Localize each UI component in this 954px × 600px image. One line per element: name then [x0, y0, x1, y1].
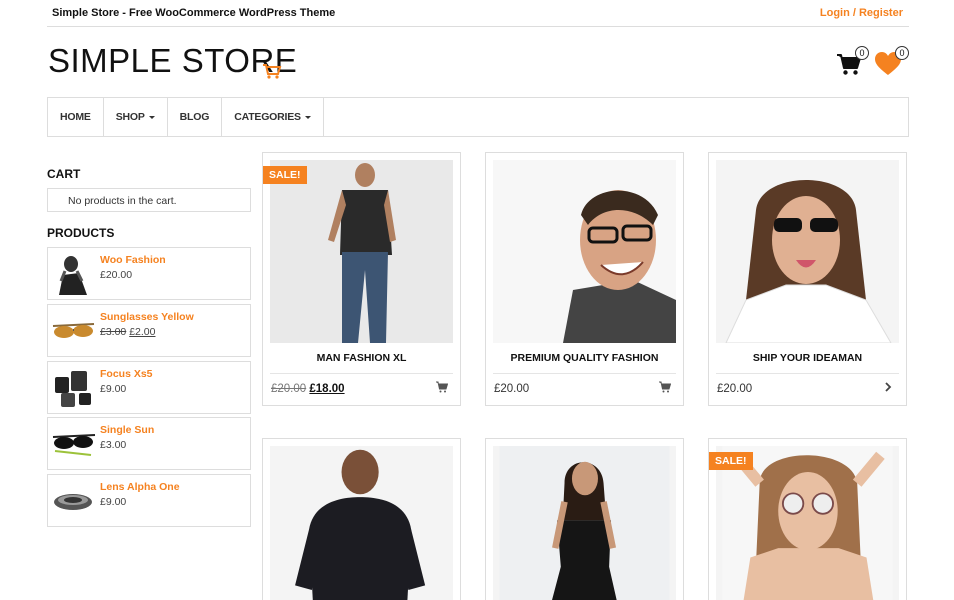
sale-badge: SALE!: [263, 166, 307, 184]
chevron-down-icon: [304, 115, 311, 119]
login-register-link[interactable]: Login / Register: [820, 7, 903, 19]
product-card[interactable]: SALE! MAN FASHION XL £20.00 £18.00: [262, 152, 461, 406]
product-old-price: £3.00: [100, 326, 127, 338]
product-image: [493, 160, 676, 343]
product-price: £20.00: [717, 383, 753, 395]
product-card[interactable]: PREMIUM QUALITY FASHION £20.00: [485, 152, 684, 406]
product-thumbnail: [51, 421, 96, 466]
sidebar-product-item[interactable]: Lens Alpha One £9.00: [47, 474, 251, 527]
add-to-cart-icon[interactable]: [659, 381, 671, 393]
product-price: £9.00: [100, 496, 127, 508]
cart-empty-message: No products in the cart.: [47, 188, 251, 212]
sidebar-product-item[interactable]: Focus Xs5 £9.00: [47, 361, 251, 414]
add-to-cart-icon[interactable]: [436, 381, 448, 393]
product-name[interactable]: Woo Fashion: [100, 254, 166, 266]
product-title[interactable]: MAN FASHION XL: [263, 352, 460, 364]
product-title[interactable]: SHIP YOUR IDEAMAN: [709, 352, 906, 364]
nav-categories-label: CATEGORIES: [234, 111, 301, 123]
nav-blog-label: BLOG: [179, 111, 210, 123]
site-title: Simple Store - Free WooCommerce WordPres…: [52, 7, 336, 19]
nav-blog[interactable]: BLOG: [168, 98, 223, 136]
wishlist-count-badge: 0: [895, 46, 909, 60]
product-image: [716, 160, 899, 343]
product-thumbnail: [51, 251, 96, 296]
top-bar: Simple Store - Free WooCommerce WordPres…: [47, 0, 909, 27]
product-name[interactable]: Focus Xs5: [100, 368, 153, 380]
main-nav: HOME SHOP BLOG CATEGORIES: [47, 97, 909, 137]
product-image: [270, 160, 453, 343]
product-card[interactable]: [485, 438, 684, 600]
header-wishlist-button[interactable]: 0: [874, 46, 910, 78]
product-name[interactable]: Single Sun: [100, 424, 154, 436]
product-price: £20.00: [100, 269, 133, 281]
product-sale-price: £2.00: [129, 326, 156, 338]
logo-cart-icon: [263, 64, 282, 79]
product-image: [270, 446, 453, 600]
site-logo[interactable]: SIMPLE STORE: [48, 42, 297, 80]
divider: [270, 373, 453, 374]
header-cart-button[interactable]: 0: [836, 46, 872, 78]
product-price: £3.00 £2.00: [100, 326, 155, 338]
product-thumbnail: [51, 478, 96, 523]
chevron-down-icon: [148, 115, 155, 119]
sidebar-product-item[interactable]: Sunglasses Yellow £3.00 £2.00: [47, 304, 251, 357]
divider: [493, 373, 676, 374]
product-thumbnail: [51, 365, 96, 410]
nav-shop-label: SHOP: [115, 111, 145, 123]
cart-widget-title: CART: [47, 167, 81, 181]
product-thumbnail: [51, 308, 96, 353]
product-name[interactable]: Lens Alpha One: [100, 481, 180, 493]
product-old-price: £20.00: [271, 383, 307, 395]
product-price: £3.00: [100, 439, 127, 451]
product-name[interactable]: Sunglasses Yellow: [100, 311, 194, 323]
divider: [716, 373, 899, 374]
product-price: £9.00: [100, 383, 127, 395]
products-widget-title: PRODUCTS: [47, 226, 115, 240]
product-title[interactable]: PREMIUM QUALITY FASHION: [486, 352, 683, 364]
product-card[interactable]: SALE!: [708, 438, 907, 600]
product-card[interactable]: [262, 438, 461, 600]
chevron-right-icon[interactable]: [882, 381, 894, 393]
sale-badge: SALE!: [709, 452, 753, 470]
product-sale-price: £18.00: [309, 383, 345, 395]
product-price: £20.00: [494, 383, 530, 395]
product-image: [493, 446, 676, 600]
nav-shop[interactable]: SHOP: [104, 98, 168, 136]
nav-home-label: HOME: [60, 111, 91, 123]
nav-categories[interactable]: CATEGORIES: [222, 98, 324, 136]
cart-count-badge: 0: [855, 46, 869, 60]
product-card[interactable]: SHIP YOUR IDEAMAN £20.00: [708, 152, 907, 406]
product-price: £20.00 £18.00: [271, 383, 345, 395]
sidebar-product-item[interactable]: Woo Fashion £20.00: [47, 247, 251, 300]
nav-home[interactable]: HOME: [48, 98, 104, 136]
sidebar-product-item[interactable]: Single Sun £3.00: [47, 417, 251, 470]
